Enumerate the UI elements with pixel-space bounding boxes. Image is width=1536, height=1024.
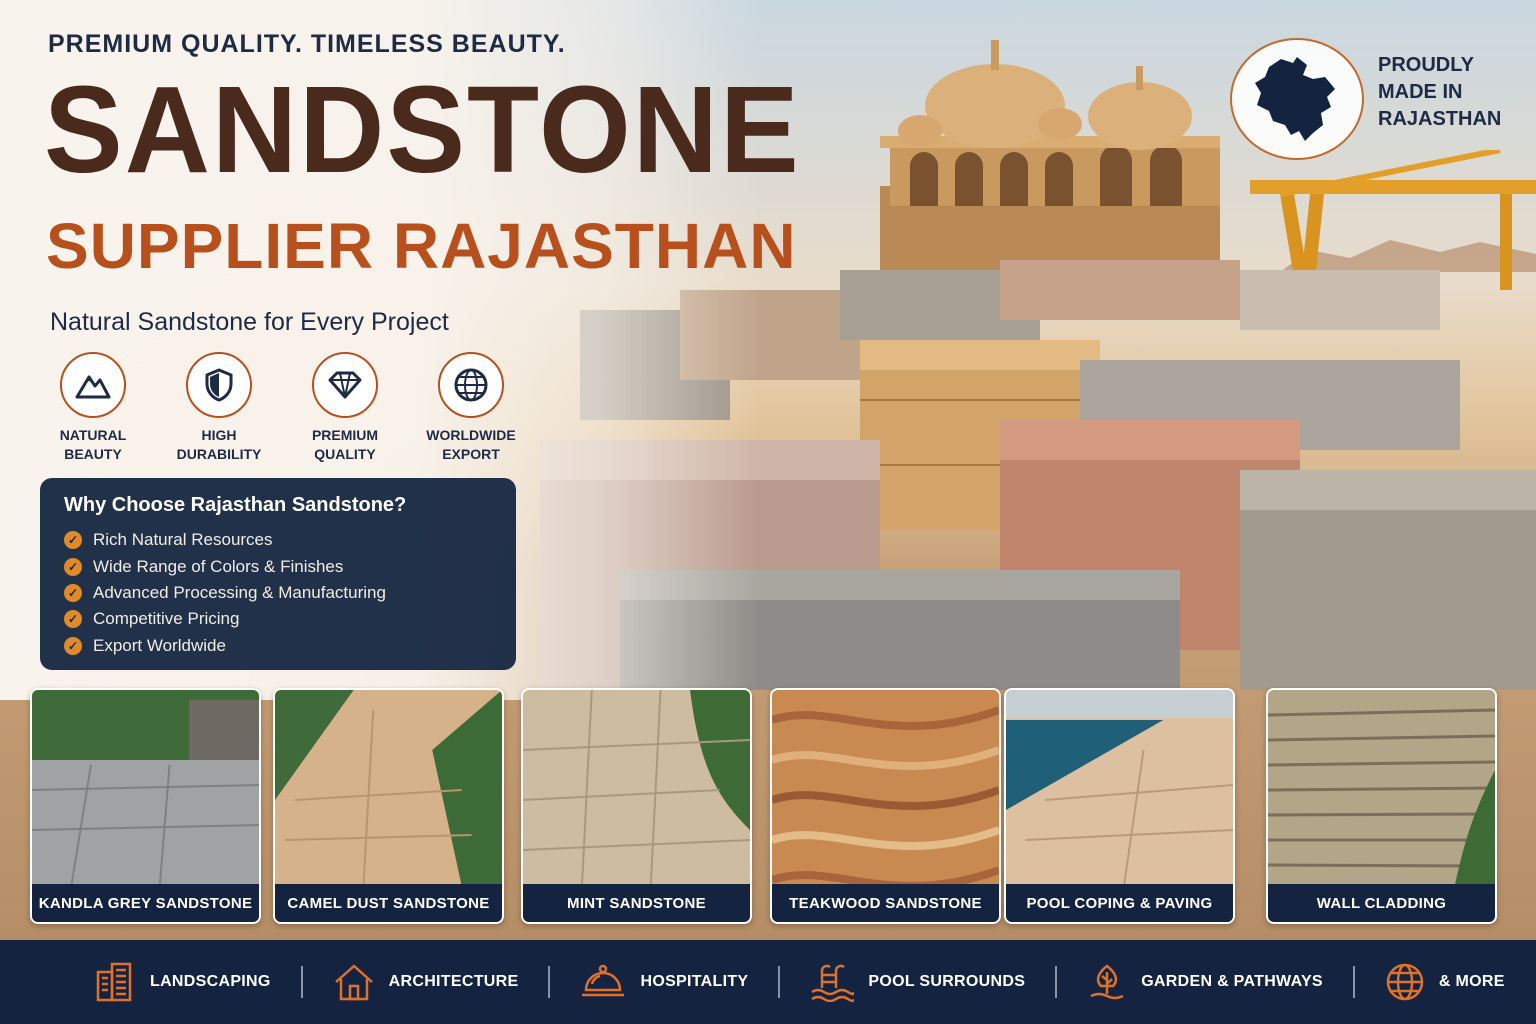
product-label: POOL COPING & PAVING xyxy=(1006,884,1233,922)
product-card-mint[interactable]: MINT SANDSTONE xyxy=(521,688,752,924)
feature-premium-quality: PREMIUM QUALITY xyxy=(282,352,408,464)
why-item: ✓ Competitive Pricing xyxy=(64,606,492,632)
footer-label: HOSPITALITY xyxy=(640,973,749,990)
footer-separator xyxy=(548,966,551,998)
check-icon: ✓ xyxy=(64,531,82,550)
footer-label: GARDEN & PATHWAYS xyxy=(1141,973,1323,990)
badge-text: PROUDLY MADE IN RAJASTHAN xyxy=(1378,54,1502,130)
page-title: SANDSTONE xyxy=(44,60,801,200)
footer-separator xyxy=(1352,966,1355,998)
why-item: ✓ Advanced Processing & Manufacturing xyxy=(64,580,492,606)
cloche-icon xyxy=(582,964,625,997)
product-image xyxy=(772,690,999,886)
pool-ladder-icon xyxy=(811,964,855,1002)
why-item: ✓ Wide Range of Colors & Finishes xyxy=(64,553,492,579)
product-card-pool-coping[interactable]: POOL COPING & PAVING xyxy=(1004,688,1235,924)
feature-worldwide-export: WORLDWIDE EXPORT xyxy=(408,352,534,464)
page-subtitle-title: SUPPLIER RAJASTHAN xyxy=(46,210,797,282)
why-item: ✓ Export Worldwide xyxy=(64,633,492,659)
tree-icon xyxy=(1090,964,1124,1000)
product-image xyxy=(275,690,502,886)
rajasthan-map-icon xyxy=(1230,38,1364,160)
feature-label: WORLDWIDE EXPORT xyxy=(426,427,516,462)
check-icon: ✓ xyxy=(64,557,82,576)
globe-icon xyxy=(1386,963,1424,1001)
footer-item-hospitality[interactable]: HOSPITALITY xyxy=(580,962,748,1002)
globe-icon xyxy=(438,352,504,418)
feature-label: PREMIUM QUALITY xyxy=(311,427,379,462)
product-label: TEAKWOOD SANDSTONE xyxy=(772,884,999,922)
product-label: KANDLA GREY SANDSTONE xyxy=(32,884,259,922)
product-label: MINT SANDSTONE xyxy=(523,884,750,922)
footer-label: & MORE xyxy=(1438,973,1505,990)
hero-subtitle: Natural Sandstone for Every Project xyxy=(50,308,449,336)
feature-label: NATURAL BEAUTY xyxy=(59,427,127,462)
footer-applications-bar: LANDSCAPING ARCHITECTURE HOSPITALITY POO… xyxy=(0,940,1536,1024)
footer-label: LANDSCAPING xyxy=(150,973,271,990)
footer-item-architecture[interactable]: ARCHITECTURE xyxy=(333,962,519,1002)
product-image xyxy=(523,690,750,886)
diamond-icon xyxy=(312,352,378,418)
why-choose-panel: Why Choose Rajasthan Sandstone? ✓ Rich Na… xyxy=(40,478,516,670)
mountain-icon xyxy=(60,352,126,418)
product-label: CAMEL DUST SANDSTONE xyxy=(275,884,502,922)
product-image xyxy=(1268,690,1495,886)
check-icon: ✓ xyxy=(64,636,82,655)
footer-item-more[interactable]: & MORE xyxy=(1385,962,1505,1002)
footer-item-landscaping[interactable]: LANDSCAPING xyxy=(94,962,271,1002)
footer-separator xyxy=(778,966,781,998)
product-card-camel-dust[interactable]: CAMEL DUST SANDSTONE xyxy=(273,688,504,924)
why-choose-title: Why Choose Rajasthan Sandstone? xyxy=(64,494,407,516)
footer-label: POOL SURROUNDS xyxy=(868,973,1026,990)
made-in-rajasthan-badge: PROUDLY MADE IN RAJASTHAN xyxy=(1230,38,1530,160)
feature-label: HIGH DURABILITY xyxy=(176,427,262,462)
product-image xyxy=(32,690,259,886)
product-card-wall-cladding[interactable]: WALL CLADDING xyxy=(1266,688,1497,924)
footer-label: ARCHITECTURE xyxy=(388,973,519,990)
shield-icon xyxy=(186,352,252,418)
footer-separator xyxy=(300,966,303,998)
check-icon: ✓ xyxy=(64,610,82,629)
product-label: WALL CLADDING xyxy=(1268,884,1495,922)
feature-list: NATURAL BEAUTY HIGH DURABILITY PREMIUM Q… xyxy=(30,352,534,464)
product-card-teakwood[interactable]: TEAKWOOD SANDSTONE xyxy=(770,688,1001,924)
house-icon xyxy=(334,964,373,1001)
product-image xyxy=(1006,690,1233,886)
check-icon: ✓ xyxy=(64,583,82,602)
tagline: PREMIUM QUALITY. TIMELESS BEAUTY. xyxy=(48,30,566,58)
footer-separator xyxy=(1055,966,1058,998)
feature-natural-beauty: NATURAL BEAUTY xyxy=(30,352,156,464)
footer-item-garden-pathways[interactable]: GARDEN & PATHWAYS xyxy=(1087,962,1323,1002)
feature-high-durability: HIGH DURABILITY xyxy=(156,352,282,464)
why-item: ✓ Rich Natural Resources xyxy=(64,527,492,553)
building-icon xyxy=(96,962,132,1002)
footer-item-pool-surrounds[interactable]: POOL SURROUNDS xyxy=(810,962,1025,1002)
temple-illustration xyxy=(880,40,1220,276)
product-card-kandla-grey[interactable]: KANDLA GREY SANDSTONE xyxy=(30,688,261,924)
